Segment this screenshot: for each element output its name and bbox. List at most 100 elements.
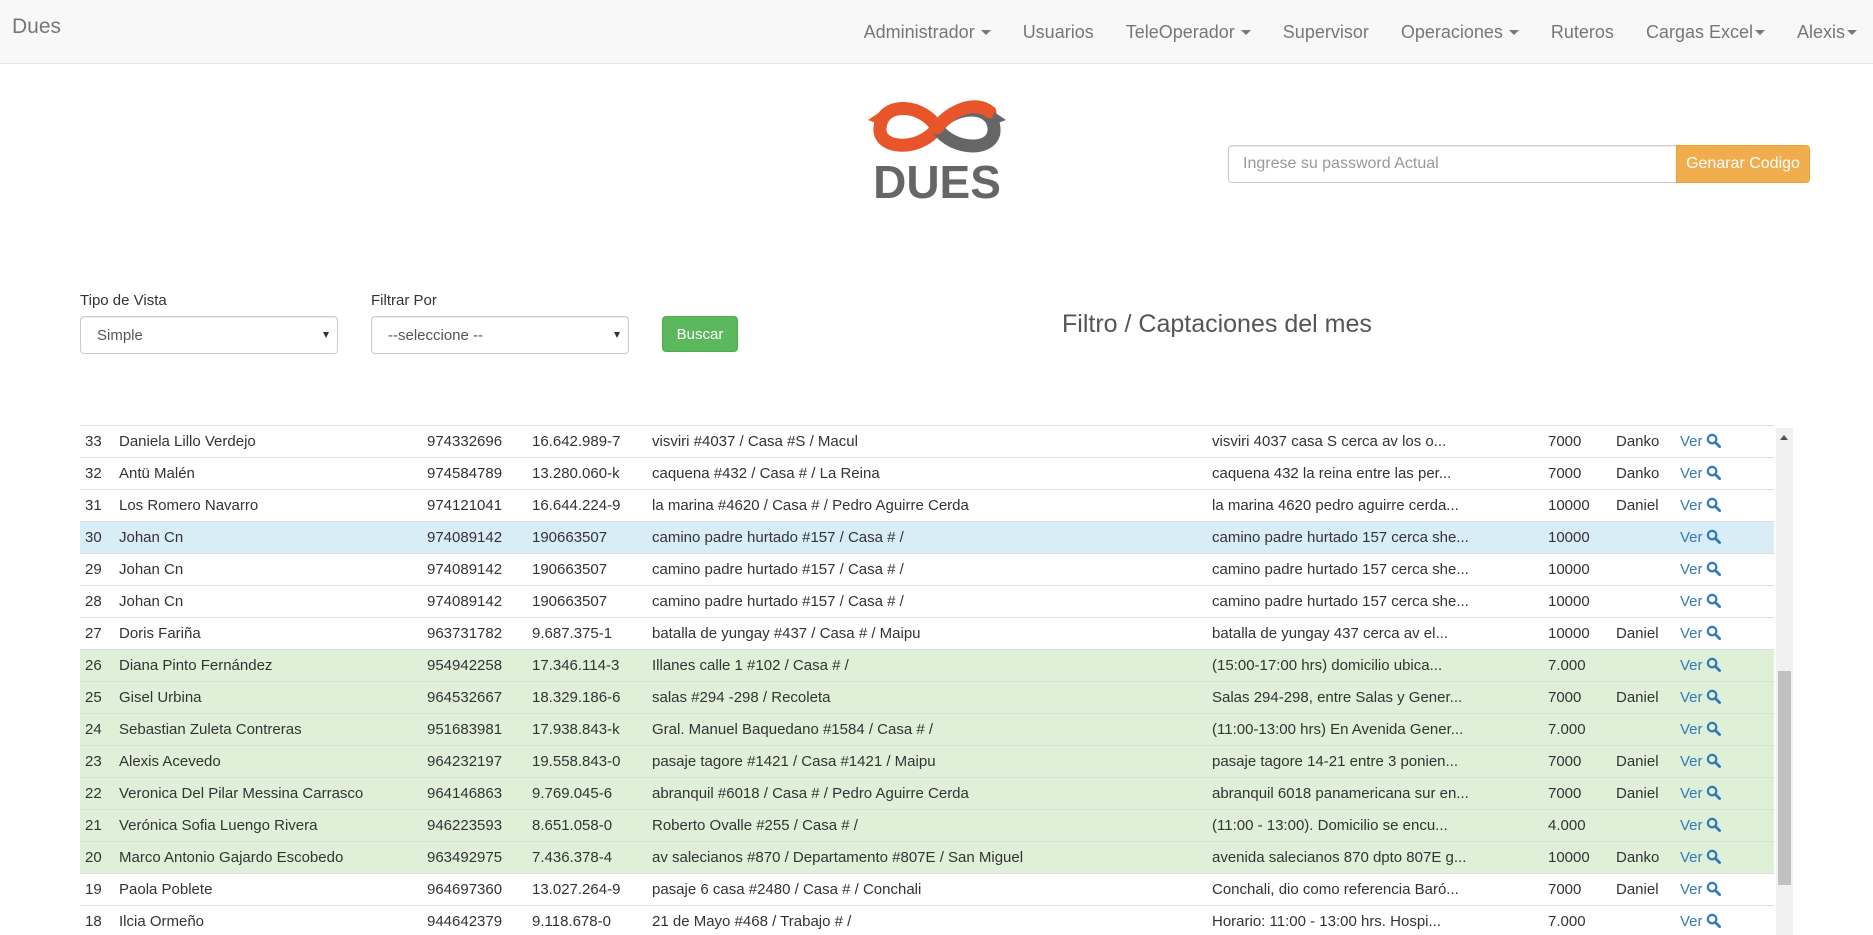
search-icon — [1706, 529, 1721, 544]
ver-link[interactable]: Ver — [1680, 849, 1721, 866]
buscar-button[interactable]: Buscar — [662, 316, 738, 352]
ver-link-label: Ver — [1680, 849, 1703, 866]
search-icon — [1706, 721, 1721, 736]
table-row: 32 Antü Malén 974584789 13.280.060-k caquena… — [80, 457, 1774, 490]
ver-link[interactable]: Ver — [1680, 433, 1721, 450]
dues-logo: DUES — [868, 100, 1006, 202]
table-row: 19 Paola Poblete 964697360 13.027.264-9 pasa… — [80, 873, 1774, 906]
ver-link[interactable]: Ver — [1680, 497, 1721, 514]
filtrar-por-value: --seleccione -- — [388, 326, 484, 344]
client-name-cell: Los Romero Navarro — [114, 489, 422, 522]
client-name-cell: Sebastian Zuleta Contreras — [114, 713, 422, 746]
ver-link[interactable]: Ver — [1680, 657, 1721, 674]
nav-item-administrador[interactable]: Administrador — [848, 22, 1007, 43]
rut-cell: 190663507 — [527, 585, 647, 618]
ver-link-label: Ver — [1680, 721, 1703, 738]
ver-link[interactable]: Ver — [1680, 913, 1721, 930]
action-cell: Ver — [1675, 553, 1774, 586]
search-icon — [1706, 689, 1721, 704]
search-icon — [1706, 881, 1721, 896]
amount-cell: 10000 — [1543, 489, 1611, 522]
client-name-cell: Daniela Lillo Verdejo — [114, 425, 422, 458]
ver-link[interactable]: Ver — [1680, 881, 1721, 898]
nav-item-operaciones[interactable]: Operaciones — [1385, 22, 1535, 43]
note-cell: camino padre hurtado 157 cerca she... — [1207, 553, 1543, 586]
phone-cell: 954942258 — [422, 649, 527, 682]
phone-cell: 964532667 — [422, 681, 527, 714]
action-cell: Ver — [1675, 745, 1774, 778]
ver-link[interactable]: Ver — [1680, 465, 1721, 482]
search-icon — [1706, 657, 1721, 672]
rut-cell: 18.329.186-6 — [527, 681, 647, 714]
ver-link[interactable]: Ver — [1680, 625, 1721, 642]
note-cell: caquena 432 la reina entre las per... — [1207, 457, 1543, 490]
ver-link[interactable]: Ver — [1680, 593, 1721, 610]
seller-cell — [1611, 649, 1675, 682]
nav-item-supervisor[interactable]: Supervisor — [1267, 22, 1385, 43]
seller-cell — [1611, 713, 1675, 746]
action-cell: Ver — [1675, 617, 1774, 650]
action-cell: Ver — [1675, 425, 1774, 458]
ver-link-label: Ver — [1680, 529, 1703, 546]
current-password-input[interactable] — [1228, 145, 1676, 183]
note-cell: Conchali, dio como referencia Baró... — [1207, 873, 1543, 906]
action-cell: Ver — [1675, 777, 1774, 810]
note-cell: avenida salecianos 870 dpto 807E g... — [1207, 841, 1543, 874]
ver-link[interactable]: Ver — [1680, 817, 1721, 834]
action-cell: Ver — [1675, 841, 1774, 874]
table-row: 33 Daniela Lillo Verdejo 974332696 16.642.9… — [80, 425, 1774, 458]
phone-cell: 963492975 — [422, 841, 527, 874]
ver-link[interactable]: Ver — [1680, 721, 1721, 738]
table-scrollbar[interactable] — [1776, 428, 1793, 935]
nav-item-cargas-excel[interactable]: Cargas Excel — [1630, 22, 1781, 43]
scrollbar-thumb[interactable] — [1778, 671, 1791, 885]
filtrar-por-select[interactable]: --seleccione -- — [371, 316, 629, 354]
nav-item-teleoperador[interactable]: TeleOperador — [1110, 22, 1267, 43]
nav-item-ruteros[interactable]: Ruteros — [1535, 22, 1630, 43]
tipo-vista-label: Tipo de Vista — [80, 292, 167, 309]
generate-code-button[interactable]: Genarar Codigo — [1676, 145, 1810, 183]
row-id-cell: 31 — [80, 489, 114, 522]
row-id-cell: 24 — [80, 713, 114, 746]
note-cell: (15:00-17:00 hrs) domicilio ubica... — [1207, 649, 1543, 682]
navbar-brand[interactable]: Dues — [12, 15, 61, 39]
phone-cell: 974089142 — [422, 521, 527, 554]
row-id-cell: 20 — [80, 841, 114, 874]
address-cell: pasaje tagore #1421 / Casa #1421 / Maipu — [647, 745, 1207, 778]
phone-cell: 974121041 — [422, 489, 527, 522]
phone-cell: 974089142 — [422, 585, 527, 618]
phone-cell: 963731782 — [422, 617, 527, 650]
ver-link[interactable]: Ver — [1680, 753, 1721, 770]
amount-cell: 4.000 — [1543, 809, 1611, 842]
client-name-cell: Marco Antonio Gajardo Escobedo — [114, 841, 422, 874]
seller-cell: Danko — [1611, 457, 1675, 490]
client-name-cell: Paola Poblete — [114, 873, 422, 906]
table-row: 24 Sebastian Zuleta Contreras 951683981 17.… — [80, 713, 1774, 746]
caret-down-icon — [980, 30, 991, 36]
row-id-cell: 26 — [80, 649, 114, 682]
tipo-vista-select[interactable]: Simple — [80, 316, 338, 354]
ver-link-label: Ver — [1680, 561, 1703, 578]
note-cell: pasaje tagore 14-21 entre 3 ponien... — [1207, 745, 1543, 778]
nav-item-usuarios[interactable]: Usuarios — [1007, 22, 1110, 43]
ver-link[interactable]: Ver — [1680, 785, 1721, 802]
client-name-cell: Antü Malén — [114, 457, 422, 490]
nav-item-alexis[interactable]: Alexis — [1781, 22, 1873, 43]
amount-cell: 10000 — [1543, 585, 1611, 618]
seller-cell — [1611, 585, 1675, 618]
ver-link[interactable]: Ver — [1680, 689, 1721, 706]
nav-item-label: TeleOperador — [1125, 21, 1235, 42]
captaciones-table-container: 33 Daniela Lillo Verdejo 974332696 16.642.9… — [80, 425, 1774, 935]
note-cell: batalla de yungay 437 cerca av el... — [1207, 617, 1543, 650]
scroll-up-icon[interactable] — [1780, 435, 1788, 440]
ver-link[interactable]: Ver — [1680, 561, 1721, 578]
address-cell: visviri #4037 / Casa #S / Macul — [647, 425, 1207, 458]
note-cell: Horario: 11:00 - 13:00 hrs. Hospi... — [1207, 905, 1543, 935]
ver-link[interactable]: Ver — [1680, 529, 1721, 546]
search-icon — [1706, 914, 1721, 929]
note-cell: (11:00 - 13:00). Domicilio se encu... — [1207, 809, 1543, 842]
client-name-cell: Johan Cn — [114, 585, 422, 618]
amount-cell: 7000 — [1543, 873, 1611, 906]
navbar: Dues Administrador Usuarios TeleOperador Su… — [0, 0, 1873, 64]
amount-cell: 10000 — [1543, 617, 1611, 650]
